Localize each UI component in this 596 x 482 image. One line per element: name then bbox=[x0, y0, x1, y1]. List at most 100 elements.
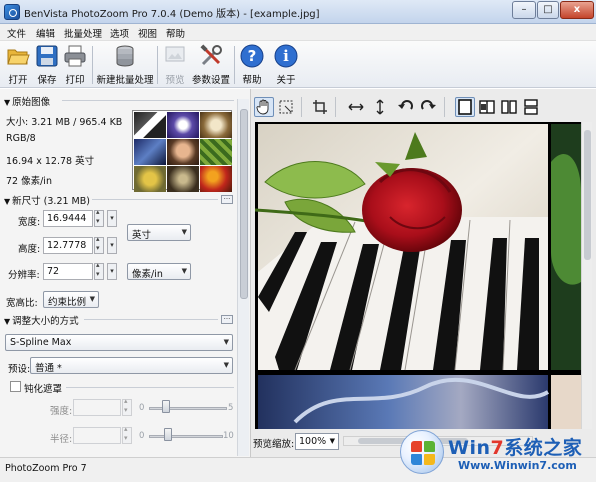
preset-label: 预设: bbox=[8, 364, 31, 375]
split-view-icon bbox=[479, 100, 495, 114]
print-button[interactable]: 打印 bbox=[62, 44, 88, 86]
stacked-view-button[interactable] bbox=[521, 97, 541, 117]
thumb-yellow bbox=[134, 166, 166, 192]
menu-bar: 文件 编辑 批量处理 选项 视图 帮助 bbox=[0, 24, 596, 41]
sharpen-label: 钝化遮罩 bbox=[24, 384, 63, 395]
preview-vertical-scrollbar[interactable] bbox=[581, 122, 592, 429]
original-mode: RGB/8 bbox=[6, 133, 36, 144]
new-batch-button[interactable]: 新建批量处理 bbox=[96, 44, 154, 86]
original-thumbnail bbox=[132, 110, 232, 192]
menu-view[interactable]: 视图 bbox=[138, 26, 157, 40]
width-spinner[interactable] bbox=[94, 208, 104, 227]
strength-input[interactable] bbox=[73, 399, 121, 416]
preview-button[interactable]: 预览 bbox=[161, 44, 189, 86]
single-view-icon bbox=[458, 99, 472, 115]
aspect-ratio-select[interactable]: 约束比例 ▼ bbox=[43, 291, 99, 308]
marquee-icon bbox=[279, 100, 293, 114]
menu-file[interactable]: 文件 bbox=[7, 26, 26, 40]
zoom-select[interactable]: 100% ▼ bbox=[295, 433, 339, 450]
tools-icon bbox=[200, 44, 222, 66]
split-view-button[interactable] bbox=[477, 97, 497, 117]
marquee-tool-button[interactable] bbox=[276, 97, 296, 117]
resolution-spinner[interactable] bbox=[94, 261, 104, 280]
scrollbar-thumb[interactable] bbox=[584, 130, 591, 260]
sharpen-checkbox[interactable] bbox=[10, 381, 21, 392]
height-spinner[interactable] bbox=[94, 235, 104, 254]
settings-scrollbar[interactable] bbox=[237, 99, 249, 456]
strength-slider-thumb[interactable] bbox=[162, 400, 170, 413]
radius-spinner[interactable] bbox=[122, 425, 132, 444]
preview-label: 预览 bbox=[165, 75, 185, 86]
new-size-header[interactable]: ▼ 新尺寸 (3.21 MB) bbox=[4, 193, 90, 207]
resize-method-header[interactable]: ▼ 调整大小的方式 bbox=[4, 313, 79, 327]
scrollbar-thumb[interactable] bbox=[240, 109, 248, 299]
flip-vertical-button[interactable] bbox=[370, 97, 390, 117]
width-input[interactable]: 16.9444 bbox=[43, 210, 93, 227]
site-watermark: Win7系统之家 Www.Winwin7.com bbox=[400, 428, 596, 482]
resolution-input[interactable]: 72 bbox=[43, 263, 93, 280]
thumb-clock bbox=[167, 166, 199, 192]
toolbar-separator bbox=[444, 97, 445, 117]
open-button[interactable]: 打开 bbox=[4, 44, 32, 86]
open-label: 打开 bbox=[8, 75, 28, 86]
thumb-coffee bbox=[200, 112, 232, 138]
rotate-right-button[interactable] bbox=[418, 97, 438, 117]
thumb-fruit bbox=[200, 166, 232, 192]
folder-open-icon bbox=[7, 49, 30, 65]
size-unit-select[interactable]: 英寸 ▼ bbox=[127, 224, 191, 241]
resize-method-options-button[interactable]: ··· bbox=[221, 315, 233, 324]
section-divider bbox=[66, 387, 234, 388]
preset-value: 普通 * bbox=[35, 363, 62, 374]
hand-tool-button[interactable] bbox=[254, 97, 274, 117]
height-input[interactable]: 12.7778 bbox=[43, 237, 93, 254]
single-view-button[interactable] bbox=[455, 97, 475, 117]
settings-button[interactable]: 参数设置 bbox=[191, 44, 231, 86]
chevron-down-icon: ▼ bbox=[223, 338, 229, 346]
help-icon: ? bbox=[240, 44, 264, 68]
preview-canvas[interactable] bbox=[255, 122, 581, 429]
original-image-header[interactable]: ▼ 原始图像 bbox=[4, 94, 50, 108]
side-by-side-view-button[interactable] bbox=[499, 97, 519, 117]
height-unit-dropdown[interactable]: ▾ bbox=[107, 237, 117, 254]
save-label: 保存 bbox=[37, 75, 57, 86]
crop-tool-button[interactable] bbox=[310, 97, 330, 117]
maximize-button[interactable]: □ bbox=[537, 1, 559, 19]
resolution-unit-select[interactable]: 像素/in ▼ bbox=[127, 263, 191, 280]
menu-options[interactable]: 选项 bbox=[110, 26, 129, 40]
radius-slider-track[interactable] bbox=[149, 435, 223, 438]
minimize-button[interactable]: – bbox=[512, 1, 536, 19]
preset-select[interactable]: 普通 * ▼ bbox=[30, 357, 233, 374]
resolution-unit-dropdown[interactable]: ▾ bbox=[107, 263, 117, 280]
resolution-label: 分辨率: bbox=[8, 270, 40, 281]
crop-icon bbox=[313, 100, 327, 114]
resize-method-value: S-Spline Max bbox=[10, 337, 72, 348]
radius-input[interactable] bbox=[73, 427, 121, 444]
menu-edit[interactable]: 编辑 bbox=[36, 26, 55, 40]
original-resolution: 72 像素/in bbox=[6, 176, 52, 187]
new-size-options-button[interactable]: ··· bbox=[221, 195, 233, 204]
floppy-disk-icon bbox=[36, 45, 58, 67]
width-unit-dropdown[interactable]: ▾ bbox=[107, 210, 117, 227]
arrows-horizontal-icon bbox=[348, 103, 364, 111]
help-button[interactable]: ? 帮助 bbox=[238, 44, 266, 86]
strength-spinner[interactable] bbox=[122, 397, 132, 416]
resize-method-select[interactable]: S-Spline Max ▼ bbox=[5, 334, 233, 351]
toolbar-separator bbox=[234, 46, 235, 84]
menu-batch[interactable]: 批量处理 bbox=[64, 26, 102, 40]
close-button[interactable]: x bbox=[560, 1, 594, 19]
chevron-down-icon: ▼ bbox=[181, 267, 187, 275]
menu-help[interactable]: 帮助 bbox=[166, 26, 185, 40]
rotate-left-button[interactable] bbox=[396, 97, 416, 117]
radius-label: 半径: bbox=[50, 434, 73, 445]
about-button[interactable]: i 关于 bbox=[272, 44, 300, 86]
toolbar-separator bbox=[92, 46, 93, 84]
side-by-side-icon bbox=[501, 100, 517, 114]
radius-slider-thumb[interactable] bbox=[164, 428, 172, 441]
save-button[interactable]: 保存 bbox=[34, 44, 60, 86]
svg-text:i: i bbox=[283, 47, 289, 65]
flip-horizontal-button[interactable] bbox=[346, 97, 366, 117]
settings-label: 参数设置 bbox=[191, 75, 230, 86]
watermark-title: Win7系统之家 bbox=[448, 437, 583, 459]
strength-slider-track[interactable] bbox=[149, 407, 227, 410]
original-dimensions: 16.94 x 12.78 英寸 bbox=[6, 156, 95, 167]
